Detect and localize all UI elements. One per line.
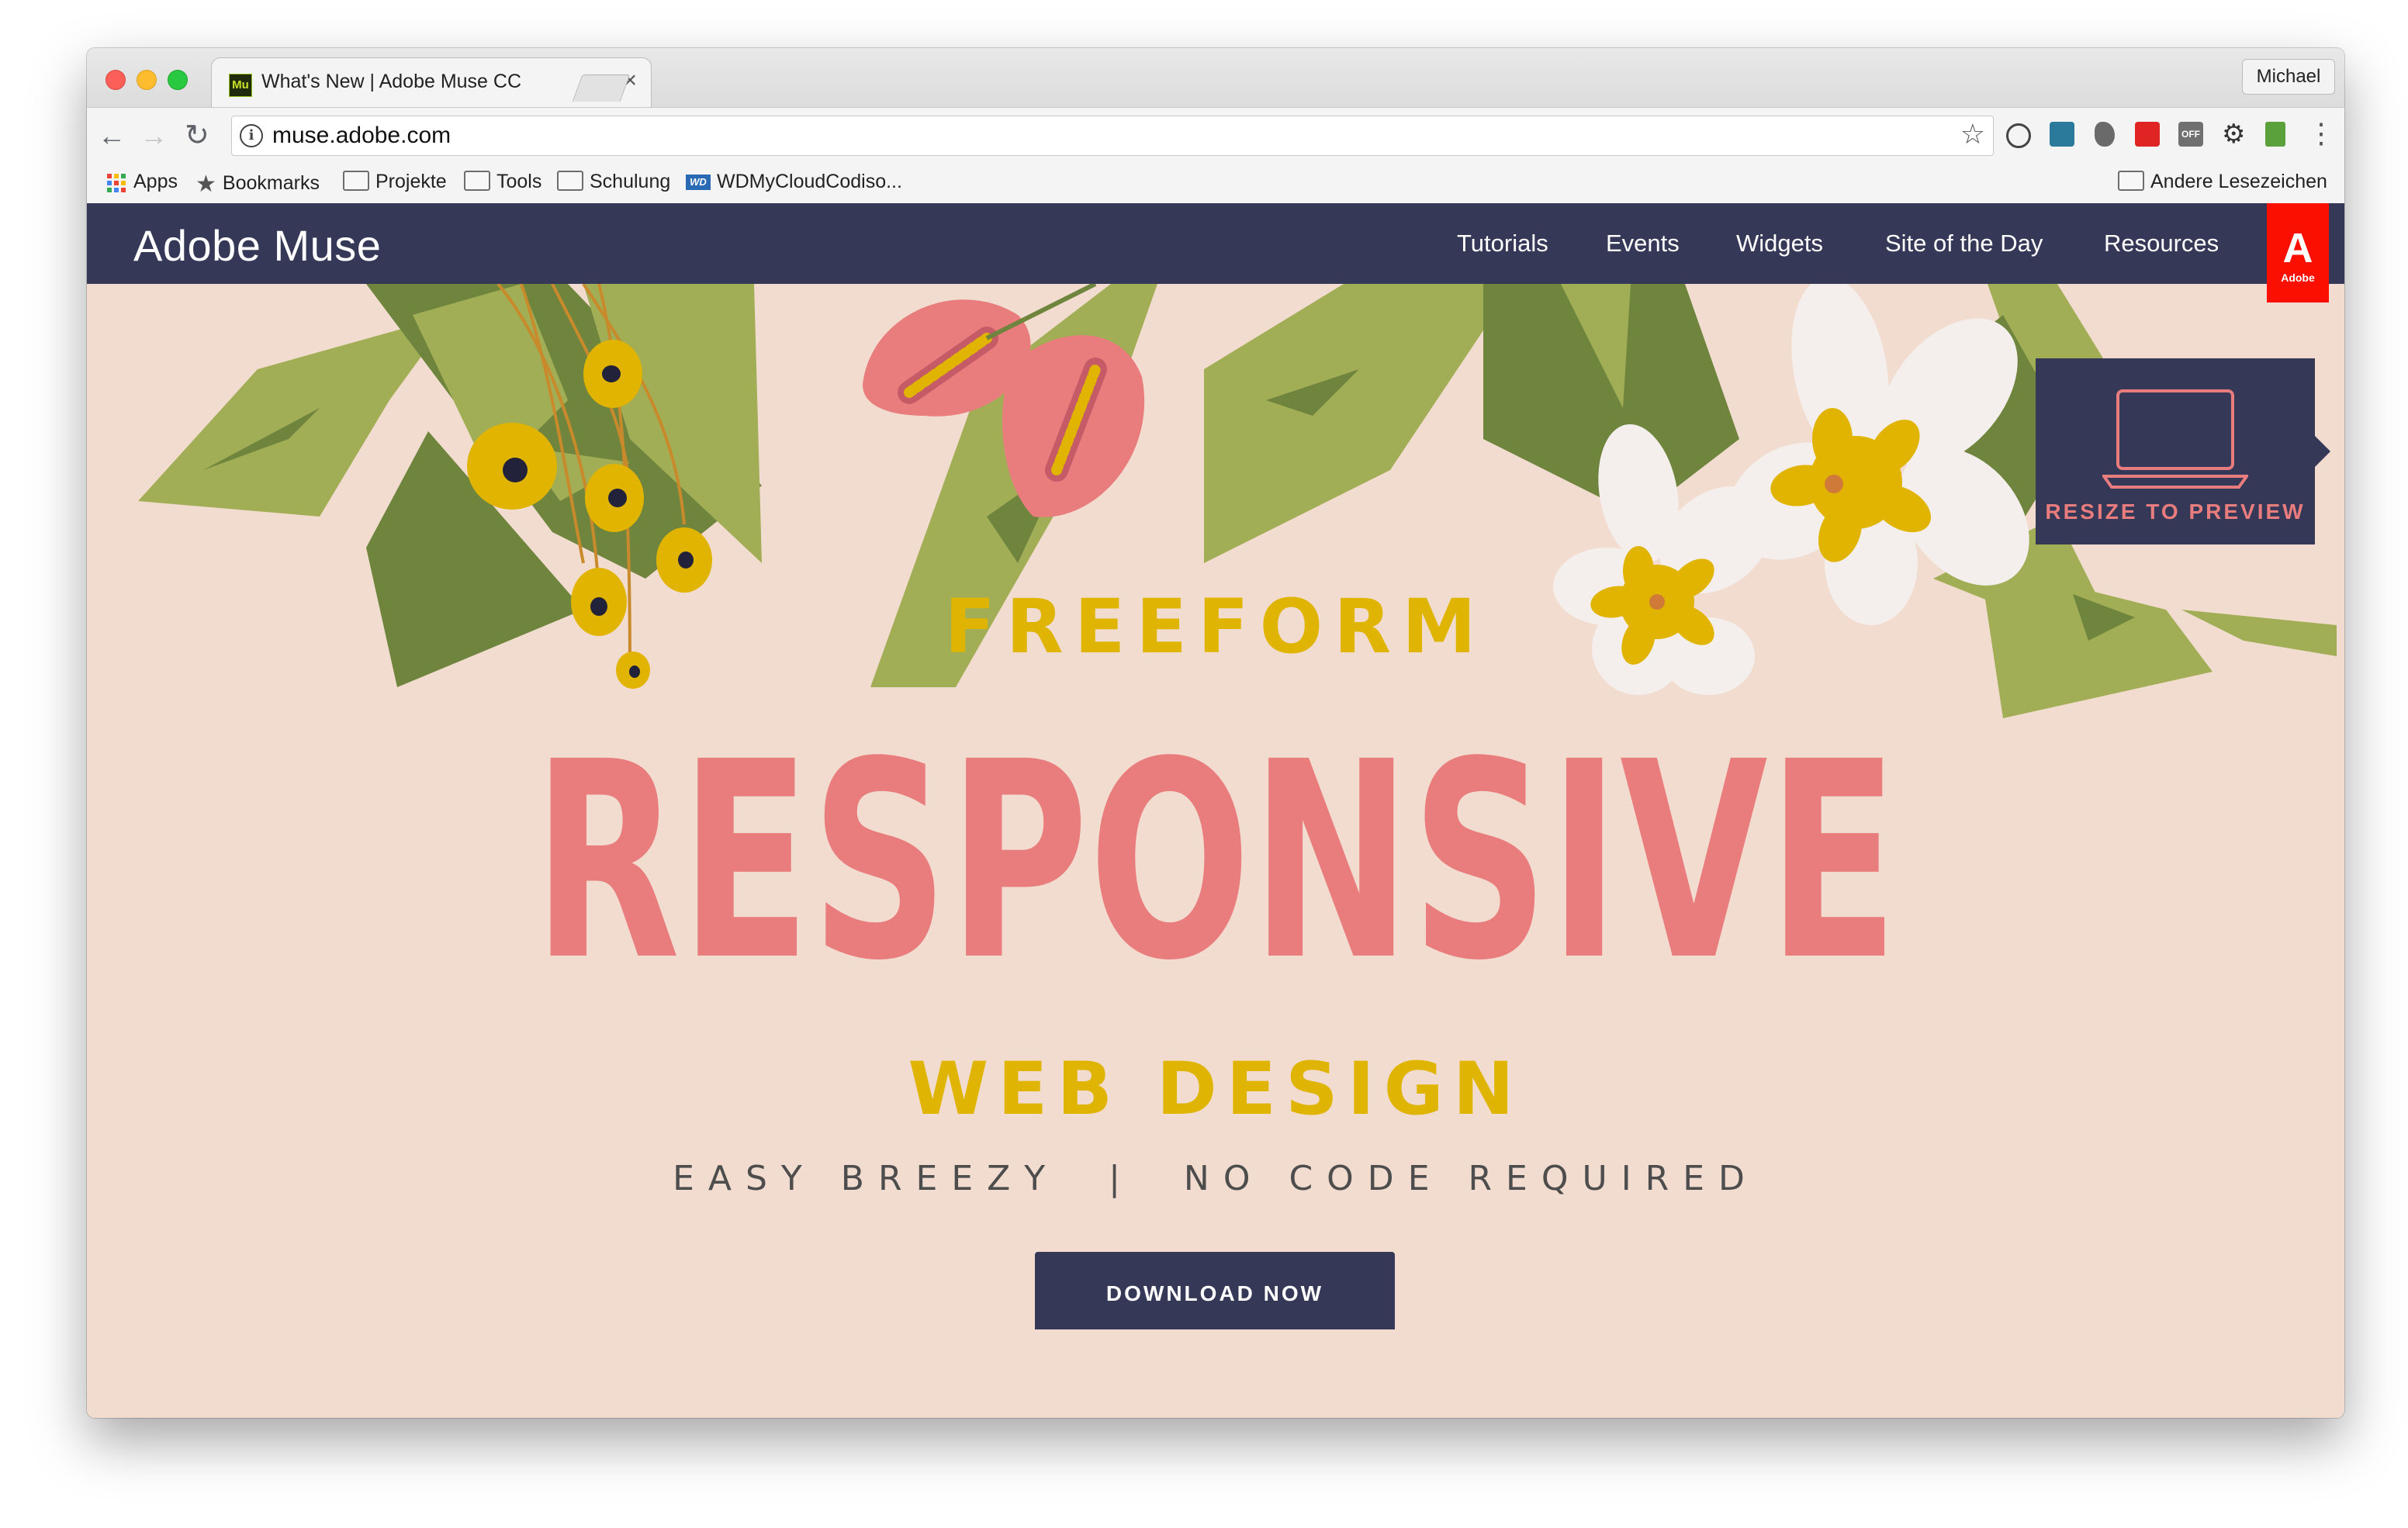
resize-to-preview-card[interactable]: RESIZE TO PREVIEW — [2036, 358, 2330, 544]
new-tab-button[interactable] — [572, 74, 631, 102]
hero-web-design: WEB DESIGN — [908, 1047, 1524, 1132]
menu-dots-icon[interactable]: ⋮ — [2307, 117, 2335, 150]
nav-site-of-the-day[interactable]: Site of the Day — [1885, 230, 2043, 258]
adobe-logo[interactable]: A Adobe — [2267, 203, 2329, 302]
bookmark-wdmycloud[interactable]: WD WDMyCloudCodiso... — [686, 171, 902, 193]
bookmark-label: Projekte — [375, 171, 447, 192]
bookmark-label: Bookmarks — [222, 172, 320, 195]
bookmark-label: Apps — [133, 171, 178, 192]
bookmark-label: WDMyCloudCodiso... — [717, 171, 902, 192]
forward-arrow-icon[interactable]: → — [140, 116, 168, 156]
bookmark-apps[interactable]: Apps — [106, 171, 178, 194]
site-header: Adobe Muse Tutorials Events Widgets Site… — [87, 203, 2344, 284]
extension-off-icon[interactable]: OFF — [2178, 122, 2203, 147]
bookmark-label: Tools — [496, 171, 542, 192]
close-window-button[interactable] — [106, 70, 126, 90]
hero-responsive-text: RESPONSIVE — [533, 704, 1898, 979]
nav-tutorials[interactable]: Tutorials — [1457, 230, 1548, 258]
extension-gear-icon[interactable]: ⚙ — [2222, 121, 2247, 147]
adobe-a-icon: A — [2282, 225, 2313, 271]
download-now-button[interactable]: DOWNLOAD NOW — [1035, 1252, 1395, 1329]
hero-responsive: RESPONSIVE — [533, 704, 1898, 979]
resize-label: RESIZE TO PREVIEW — [2045, 500, 2306, 524]
address-bar[interactable]: i muse.adobe.com ☆ — [231, 116, 1994, 156]
hero-tagline: EASY BREEZY | NO CODE REQUIRED — [673, 1159, 1759, 1198]
folder-icon — [2118, 171, 2144, 192]
laptop-icon — [2102, 389, 2248, 489]
hero-freeform: FREEFORM — [944, 583, 1487, 670]
muse-favicon-icon: Mu — [229, 74, 252, 97]
back-arrow-icon[interactable]: ← — [98, 116, 126, 156]
star-icon: ★ — [195, 171, 216, 197]
reload-icon[interactable]: ↻ — [185, 116, 209, 156]
url-text[interactable]: muse.adobe.com — [272, 123, 451, 149]
web-page: Adobe Muse Tutorials Events Widgets Site… — [87, 203, 2344, 1418]
bookmark-star-icon[interactable]: ☆ — [1960, 118, 1985, 150]
minimize-window-button[interactable] — [137, 70, 157, 90]
extension-check-icon[interactable] — [2050, 122, 2074, 147]
bookmark-other[interactable]: Andere Lesezeichen — [2118, 171, 2327, 193]
extension-evernote-icon[interactable] — [2095, 122, 2115, 147]
bookmark-label: Schulung — [590, 171, 671, 192]
bookmark-tools[interactable]: Tools — [464, 171, 541, 193]
folder-icon — [557, 171, 583, 192]
extension-1password-icon[interactable] — [2006, 123, 2031, 148]
folder-icon — [464, 171, 490, 192]
title-bar: Mu What's New | Adobe Muse CC × Michael — [87, 48, 2344, 108]
profile-button[interactable]: Michael — [2242, 59, 2335, 95]
bookmark-schulung[interactable]: Schulung — [557, 171, 670, 193]
site-logo[interactable]: Adobe Muse — [133, 220, 381, 271]
extension-flipboard-icon[interactable] — [2135, 122, 2160, 147]
bookmarks-bar: Apps ★ Bookmarks Projekte Tools Schulung … — [87, 163, 2344, 204]
nav-widgets[interactable]: Widgets — [1736, 230, 1823, 258]
folder-icon — [343, 171, 369, 192]
bookmark-label: Andere Lesezeichen — [2150, 171, 2327, 192]
extension-puzzle-icon[interactable] — [2265, 122, 2285, 147]
nav-events[interactable]: Events — [1606, 230, 1680, 258]
nav-resources[interactable]: Resources — [2104, 230, 2219, 258]
info-icon[interactable]: i — [240, 124, 263, 147]
browser-window: Mu What's New | Adobe Muse CC × Michael … — [87, 48, 2344, 1418]
wd-icon: WD — [686, 175, 711, 191]
zoom-window-button[interactable] — [168, 70, 188, 90]
bookmark-bookmarks[interactable]: ★ Bookmarks — [195, 171, 320, 198]
adobe-wordmark: Adobe — [2281, 271, 2315, 284]
tab-title: What's New | Adobe Muse CC — [261, 71, 522, 92]
bookmark-projekte[interactable]: Projekte — [343, 171, 447, 193]
apps-grid-icon — [106, 171, 127, 194]
browser-toolbar: ← → ↻ i muse.adobe.com ☆ OFF ⚙ ⋮ — [87, 107, 2344, 164]
